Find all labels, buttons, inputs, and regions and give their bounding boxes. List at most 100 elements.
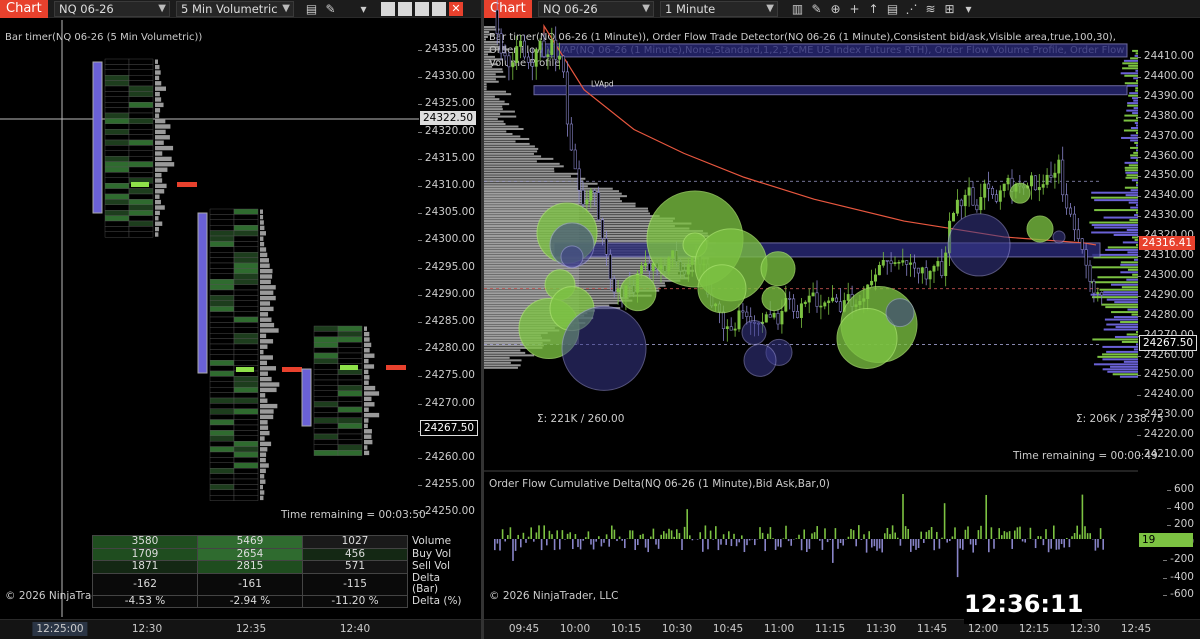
session-profile-level (1113, 233, 1138, 236)
delta-bar (938, 539, 941, 549)
session-profile-level (1120, 261, 1138, 264)
footprint-ask-cell (337, 444, 363, 451)
delta-bar (1079, 534, 1081, 539)
footprint-ask-cell (128, 96, 154, 103)
session-profile-level (1121, 286, 1138, 289)
session-profile-level (1091, 191, 1138, 194)
stats-label: Buy Vol (412, 547, 452, 560)
candle-body (912, 262, 916, 269)
delta-bar (504, 539, 506, 542)
bar-profile-level (260, 393, 266, 398)
session-profile-level (1124, 169, 1138, 172)
footprint-ask-cell (233, 468, 259, 474)
session-profile-level (1097, 355, 1138, 358)
candle-body (534, 49, 538, 67)
delta-bar (891, 525, 894, 539)
bar-profile-level (260, 366, 277, 371)
volume-profile-level (484, 152, 534, 155)
delta-bar (517, 534, 519, 539)
delta-bar (878, 539, 881, 549)
delta-bar (678, 533, 681, 539)
session-profile-level (1127, 308, 1138, 311)
footprint-bid-cell (104, 231, 130, 238)
price-tick: 24285.00 (417, 315, 475, 327)
footprint-ask-cell (337, 347, 363, 354)
delta-bar (1099, 528, 1102, 539)
stats-cell: 1871 (92, 560, 198, 574)
delta-bar (946, 539, 948, 543)
candle-body (881, 260, 885, 266)
delta-bar (998, 528, 1000, 539)
candle-body (963, 194, 967, 207)
time-tick: 11:45 (916, 623, 948, 635)
footprint-bid-cell (209, 468, 235, 474)
delta-bar (985, 494, 987, 539)
poc-marker (177, 182, 197, 187)
price-tick: 24250.00 (417, 505, 475, 518)
delta-bar (590, 539, 592, 545)
session-profile-level (1113, 316, 1138, 319)
buy-trade-bubble (760, 251, 796, 287)
bar-profile-level (155, 189, 165, 194)
time-axis[interactable]: 09:45 10:00 10:15 10:30 10:45 11:00 11:15 11:30… (484, 619, 1200, 639)
session-profile-level (1091, 196, 1138, 199)
buy-trade-bubble (761, 286, 787, 312)
footprint-ask-cell (233, 457, 259, 463)
bar-profile-level (364, 380, 369, 385)
footprint-ask-cell (233, 300, 259, 307)
candle-body (788, 298, 792, 300)
candle-body (585, 199, 589, 205)
volume-profile-level (484, 145, 535, 148)
footprint-ask-cell (233, 484, 259, 490)
footprint-bid-cell (104, 91, 130, 98)
footprint-bid-cell (209, 441, 235, 447)
volume-profile-level (484, 359, 522, 362)
stats-cell: 2815 (197, 560, 303, 574)
footprint-ask-cell (128, 112, 154, 119)
footprint-ask-cell (233, 408, 259, 415)
session-profile-level (1123, 59, 1138, 62)
delta-bar (949, 539, 951, 542)
bar-profile-level (364, 396, 372, 402)
footprint-ask-cell (233, 446, 259, 453)
delta-bar (639, 534, 642, 539)
session-profile-level (1127, 268, 1138, 271)
volume-profile-level (484, 192, 622, 195)
footprint-ask-cell (233, 435, 259, 442)
price-axis[interactable]: 24335.00 24330.00 24325.00 24320.00 24315.00… (417, 20, 481, 540)
footprint-bid-cell (104, 188, 130, 195)
footprint-bid-cell (313, 433, 339, 440)
footprint-bid-cell (313, 374, 339, 381)
session-profile-level (1123, 360, 1138, 363)
time-axis[interactable]: 12:25:00 12:30 12:35 12:40 (0, 619, 481, 639)
bar-profile-level (155, 172, 162, 178)
footprint-bid-cell (104, 193, 130, 200)
footprint-bid-cell (209, 268, 235, 274)
candle-body (987, 183, 991, 189)
footprint-ask-cell (128, 209, 154, 216)
delta-bar (657, 539, 660, 549)
bar-profile-level (364, 434, 372, 439)
footprint-ask-cell (128, 58, 154, 65)
volume-profile-level (484, 43, 499, 46)
delta-bar (959, 539, 961, 549)
candle-body (807, 295, 811, 303)
footprint-ask-cell (128, 231, 154, 238)
price-chart-canvas[interactable]: LVApd (484, 0, 1200, 639)
footprint-ask-cell (233, 262, 259, 269)
bar-profile-level (260, 209, 263, 214)
delta-bar (787, 539, 790, 542)
candle-body (795, 311, 799, 318)
stats-row: 1871 2815 571 Sell Vol (92, 560, 466, 574)
volume-profile-level (484, 137, 530, 140)
footprint-bid-cell (209, 376, 235, 382)
footprint-bid-cell (104, 128, 130, 135)
bar-profile-level (260, 236, 264, 241)
delta-bar (1084, 526, 1086, 539)
candle-body (1068, 207, 1072, 215)
footprint-bid-cell (209, 370, 235, 377)
session-profile-level (1102, 353, 1138, 356)
delta-bar (655, 539, 657, 545)
bar-profile-level (155, 162, 175, 167)
session-profile-level (1105, 248, 1138, 251)
